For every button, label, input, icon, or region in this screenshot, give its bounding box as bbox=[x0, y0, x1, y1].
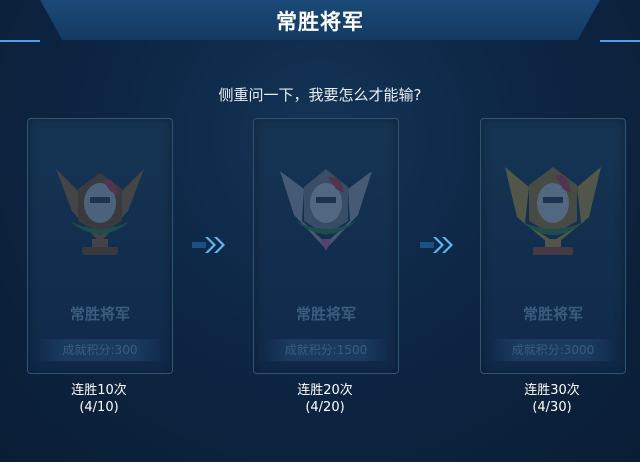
double-chevron-right-icon bbox=[420, 237, 453, 253]
win-streak-requirement: 连胜20次 bbox=[297, 383, 353, 398]
win-streak-requirement: 连胜10次 bbox=[71, 383, 127, 398]
achievement-card-20-wins[interactable]: 常胜将军 成就积分:1500 bbox=[253, 118, 399, 374]
helmet-trophy-icon bbox=[280, 169, 372, 251]
achievement-card-10-wins[interactable]: 常胜将军 成就积分:300 bbox=[27, 118, 173, 374]
achievement-points: 成就积分:3000 bbox=[491, 339, 615, 361]
helmet-trophy-icon bbox=[505, 167, 601, 255]
card-caption: 连胜30次 (4/30) bbox=[480, 382, 624, 416]
card-caption: 连胜20次 (4/20) bbox=[253, 382, 397, 416]
question-text: 侧重问一下，我要怎么才能输? bbox=[218, 86, 422, 104]
card-title: 常胜将军 bbox=[295, 305, 356, 323]
title-bar-line-right bbox=[600, 40, 640, 42]
card-caption: 连胜10次 (4/10) bbox=[27, 382, 171, 416]
progress-count: (4/10) bbox=[79, 400, 119, 415]
win-streak-requirement: 连胜30次 bbox=[524, 383, 580, 398]
title-bar-line-left bbox=[0, 40, 40, 42]
achievement-points: 成就积分:300 bbox=[38, 339, 162, 361]
achievement-screen: 常胜将军 侧重问一下，我要怎么才能输? 常胜将军 成就积分:300 常胜将军 成… bbox=[0, 0, 640, 462]
achievement-card-30-wins[interactable]: 常胜将军 成就积分:3000 bbox=[480, 118, 626, 374]
double-chevron-right-icon bbox=[192, 237, 225, 253]
progress-count: (4/30) bbox=[532, 400, 572, 415]
page-title: 常胜将军 bbox=[276, 10, 364, 34]
card-title: 常胜将军 bbox=[69, 305, 130, 323]
card-title: 常胜将军 bbox=[522, 305, 583, 323]
title-bar: 常胜将军 bbox=[0, 0, 640, 46]
achievement-points: 成就积分:1500 bbox=[264, 339, 388, 361]
progress-count: (4/20) bbox=[305, 400, 345, 415]
helmet-trophy-icon bbox=[56, 169, 144, 255]
